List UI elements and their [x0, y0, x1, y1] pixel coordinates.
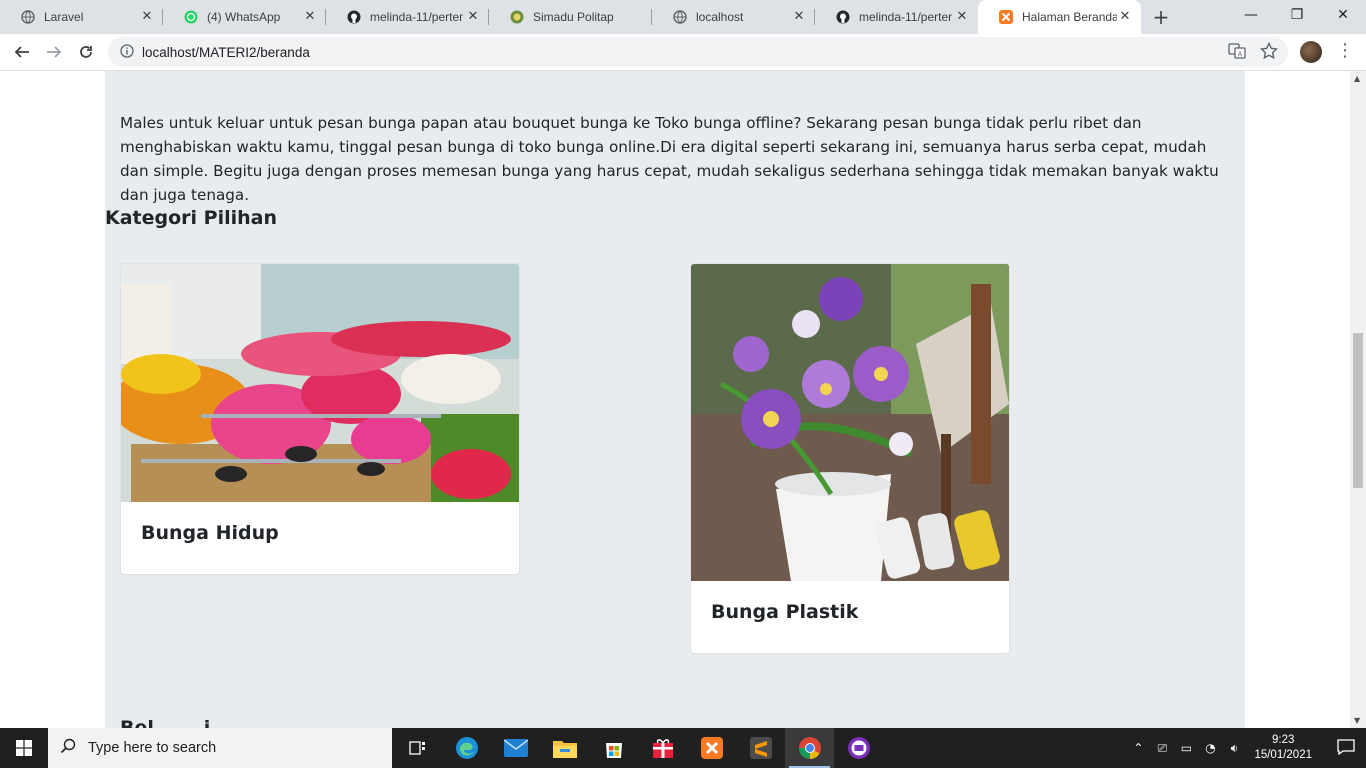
browser-toolbar: localhost/MATERI2/beranda A ⋮	[0, 34, 1366, 71]
address-bar[interactable]: localhost/MATERI2/beranda A	[108, 37, 1288, 67]
simadu-icon	[509, 9, 525, 25]
close-tab-icon[interactable]: ✕	[465, 9, 481, 25]
tab-title: localhost	[696, 10, 744, 24]
main-container: Males untuk keluar untuk pesan bunga pap…	[105, 71, 1245, 728]
bookmark-star-icon[interactable]	[1259, 41, 1279, 64]
close-tab-icon[interactable]: ✕	[791, 9, 807, 25]
clock-date: 15/01/2021	[1254, 749, 1312, 761]
next-section-heading: Bel... ...i...	[120, 717, 232, 728]
github-icon	[346, 9, 362, 25]
chevron-up-icon[interactable]: ⌃	[1126, 741, 1150, 755]
gift-app-icon[interactable]	[638, 728, 687, 768]
card-image-plastic-flowers[interactable]	[691, 264, 1009, 581]
github-icon	[835, 9, 851, 25]
tab-laravel[interactable]: Laravel ✕	[0, 0, 163, 34]
browser-menu-icon[interactable]: ⋮	[1336, 42, 1354, 60]
scrollbar-thumb[interactable]	[1353, 333, 1363, 488]
taskbar-search-box[interactable]: Type here to search	[48, 728, 392, 768]
url-text[interactable]: localhost/MATERI2/beranda	[142, 45, 310, 60]
windows-taskbar: Type here to search ⌃ ⎚ ▭ ◔ 🔉︎ 9:23 15/0…	[0, 728, 1366, 768]
purple-app-icon[interactable]	[834, 728, 883, 768]
restore-icon[interactable]: ❐	[1274, 0, 1320, 30]
category-card-bunga-hidup[interactable]: Bunga Hidup	[120, 263, 520, 575]
tab-title: Halaman Beranda	[1022, 10, 1117, 24]
tab-halaman-beranda[interactable]: Halaman Beranda ✕	[978, 0, 1141, 34]
tab-title: Laravel	[44, 10, 84, 24]
tab-title: Simadu Politap	[533, 10, 614, 24]
page-viewport: Males untuk keluar untuk pesan bunga pap…	[0, 71, 1350, 728]
forward-arrow-icon[interactable]	[38, 36, 70, 68]
close-tab-icon[interactable]: ✕	[302, 9, 318, 25]
xampp-icon[interactable]	[687, 728, 736, 768]
mail-icon[interactable]	[491, 728, 540, 768]
wifi-icon[interactable]: ◔	[1198, 741, 1222, 755]
tab-github-1[interactable]: melinda-11/perter ✕	[326, 0, 489, 34]
file-explorer-icon[interactable]	[540, 728, 589, 768]
search-placeholder[interactable]: Type here to search	[88, 740, 216, 756]
page-scrollbar[interactable]: ▲ ▼	[1350, 71, 1366, 728]
minimize-icon[interactable]: —	[1228, 0, 1274, 30]
tab-title: melinda-11/perter	[370, 10, 464, 24]
volume-icon[interactable]: 🔉︎	[1222, 741, 1246, 756]
close-tab-icon[interactable]: ✕	[954, 9, 970, 25]
new-tab-button[interactable]: +	[1147, 3, 1175, 31]
battery-icon[interactable]: ▭	[1174, 741, 1198, 755]
scroll-up-icon[interactable]: ▲	[1354, 74, 1360, 83]
translate-icon[interactable]: A	[1228, 42, 1246, 64]
system-tray: ⌃ ⎚ ▭ ◔ 🔉︎ 9:23 15/01/2021	[1126, 728, 1366, 768]
card-image-live-flowers[interactable]	[121, 264, 519, 502]
sublime-text-icon[interactable]	[736, 728, 785, 768]
microsoft-store-icon[interactable]	[589, 728, 638, 768]
tab-github-2[interactable]: melinda-11/perter ✕	[815, 0, 978, 34]
close-tab-icon[interactable]	[628, 9, 644, 25]
clock-time: 9:23	[1272, 734, 1295, 746]
tab-title: melinda-11/perter	[859, 10, 953, 24]
card-title[interactable]: Bunga Hidup	[121, 502, 519, 564]
search-icon	[60, 738, 76, 758]
task-view-icon[interactable]	[393, 728, 442, 768]
globe-icon	[672, 9, 688, 25]
close-tab-icon[interactable]: ✕	[1117, 9, 1133, 25]
globe-icon	[20, 9, 36, 25]
reload-icon[interactable]	[70, 36, 102, 68]
window-controls: — ❐ ✕	[1228, 0, 1366, 30]
chrome-icon[interactable]	[785, 728, 834, 768]
category-card-bunga-plastik[interactable]: Bunga Plastik	[690, 263, 1010, 654]
category-heading: Kategori Pilihan	[105, 207, 278, 229]
svg-text:A: A	[1238, 51, 1243, 59]
whatsapp-icon	[183, 9, 199, 25]
intro-paragraph: Males untuk keluar untuk pesan bunga pap…	[120, 114, 1219, 204]
tab-localhost[interactable]: localhost ✕	[652, 0, 815, 34]
tab-title: (4) WhatsApp	[207, 10, 281, 24]
close-tab-icon[interactable]: ✕	[139, 9, 155, 25]
meet-now-icon[interactable]: ⎚	[1150, 741, 1174, 756]
tab-whatsapp[interactable]: (4) WhatsApp ✕	[163, 0, 326, 34]
back-arrow-icon[interactable]	[6, 36, 38, 68]
notifications-icon[interactable]	[1326, 738, 1366, 758]
card-title[interactable]: Bunga Plastik	[691, 581, 1009, 643]
info-icon[interactable]	[120, 43, 134, 62]
xampp-icon	[998, 9, 1014, 25]
profile-avatar[interactable]	[1300, 41, 1322, 63]
windows-start-icon[interactable]	[0, 728, 48, 768]
clock[interactable]: 9:23 15/01/2021	[1254, 733, 1312, 763]
tab-simadu[interactable]: Simadu Politap	[489, 0, 652, 34]
scroll-down-icon[interactable]: ▼	[1354, 716, 1360, 725]
tab-strip: Laravel ✕ (4) WhatsApp ✕ melinda-11/pert…	[0, 0, 1366, 34]
edge-browser-icon[interactable]	[442, 728, 491, 768]
close-window-icon[interactable]: ✕	[1320, 0, 1366, 30]
